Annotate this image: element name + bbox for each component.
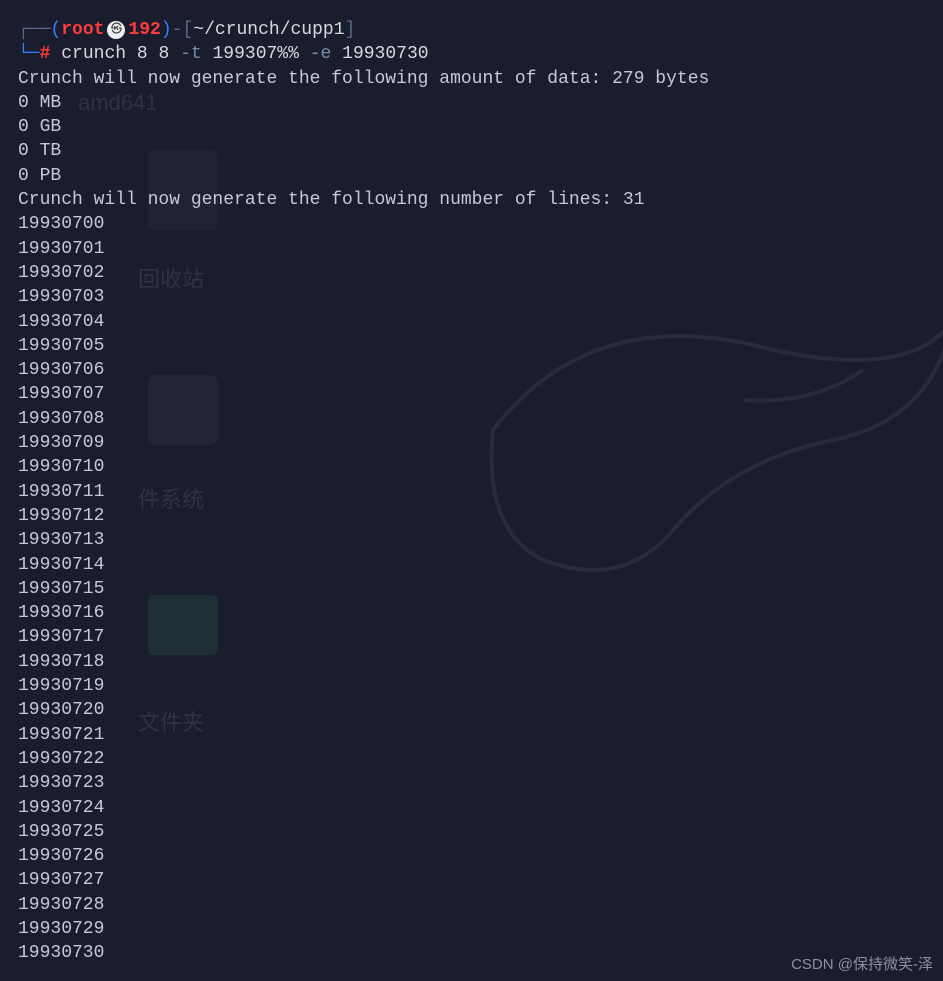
- generated-number: 19930705: [18, 334, 925, 358]
- output-data-amount: Crunch will now generate the following a…: [18, 67, 925, 91]
- prompt-dash: -: [172, 18, 183, 42]
- generated-number: 19930727: [18, 868, 925, 892]
- generated-number: 19930716: [18, 601, 925, 625]
- generated-number: 19930708: [18, 407, 925, 431]
- command-name: crunch: [61, 42, 126, 66]
- generated-number: 19930726: [18, 844, 925, 868]
- generated-number: 19930704: [18, 310, 925, 334]
- generated-number: 19930703: [18, 285, 925, 309]
- output-line-count: Crunch will now generate the following n…: [18, 188, 925, 212]
- prompt-path: ~/crunch/cupp1: [193, 18, 344, 42]
- prompt-bracket-open: [: [182, 18, 193, 42]
- prompt-bracket-close: ]: [345, 18, 356, 42]
- output-pb: 0 PB: [18, 164, 925, 188]
- generated-number: 19930725: [18, 820, 925, 844]
- generated-number: 19930721: [18, 723, 925, 747]
- output-tb: 0 TB: [18, 139, 925, 163]
- generated-number: 19930701: [18, 237, 925, 261]
- generated-number: 19930723: [18, 771, 925, 795]
- generated-numbers: 1993070019930701199307021993070319930704…: [18, 212, 925, 965]
- generated-number: 19930720: [18, 698, 925, 722]
- generated-number: 19930713: [18, 528, 925, 552]
- prompt-user: root: [61, 18, 104, 42]
- generated-number: 19930707: [18, 382, 925, 406]
- generated-number: 19930718: [18, 650, 925, 674]
- generated-number: 19930730: [18, 941, 925, 965]
- command-flag-t: -t: [180, 42, 202, 66]
- generated-number: 19930729: [18, 917, 925, 941]
- output-mb: 0 MB: [18, 91, 925, 115]
- skull-icon: ㉿: [107, 21, 125, 39]
- prompt-line-2[interactable]: └─ # crunch 8 8 -t 199307%% -e 19930730: [18, 42, 925, 66]
- watermark: CSDN @保持微笑-泽: [791, 955, 933, 975]
- generated-number: 19930714: [18, 553, 925, 577]
- generated-number: 19930719: [18, 674, 925, 698]
- terminal-output: ┌── ( root ㉿ 192 ) - [ ~/crunch/cupp1 ] …: [18, 18, 925, 966]
- command-args3: 19930730: [342, 42, 428, 66]
- generated-number: 19930711: [18, 480, 925, 504]
- prompt-line-1: ┌── ( root ㉿ 192 ) - [ ~/crunch/cupp1 ]: [18, 18, 925, 42]
- generated-number: 19930702: [18, 261, 925, 285]
- prompt-paren-close: ): [161, 18, 172, 42]
- command-flag-e: -e: [310, 42, 332, 66]
- generated-number: 19930728: [18, 893, 925, 917]
- generated-number: 19930712: [18, 504, 925, 528]
- command-args1: 8 8: [137, 42, 169, 66]
- prompt-hash: #: [40, 42, 51, 66]
- generated-number: 19930710: [18, 455, 925, 479]
- generated-number: 19930715: [18, 577, 925, 601]
- generated-number: 19930717: [18, 625, 925, 649]
- prompt-paren-open: (: [50, 18, 61, 42]
- prompt-corner-bot: └─: [18, 42, 40, 66]
- prompt-host: 192: [128, 18, 160, 42]
- command-args2: 199307%%: [213, 42, 299, 66]
- output-gb: 0 GB: [18, 115, 925, 139]
- prompt-corner-top: ┌──: [18, 18, 50, 42]
- generated-number: 19930724: [18, 796, 925, 820]
- generated-number: 19930700: [18, 212, 925, 236]
- generated-number: 19930706: [18, 358, 925, 382]
- generated-number: 19930709: [18, 431, 925, 455]
- generated-number: 19930722: [18, 747, 925, 771]
